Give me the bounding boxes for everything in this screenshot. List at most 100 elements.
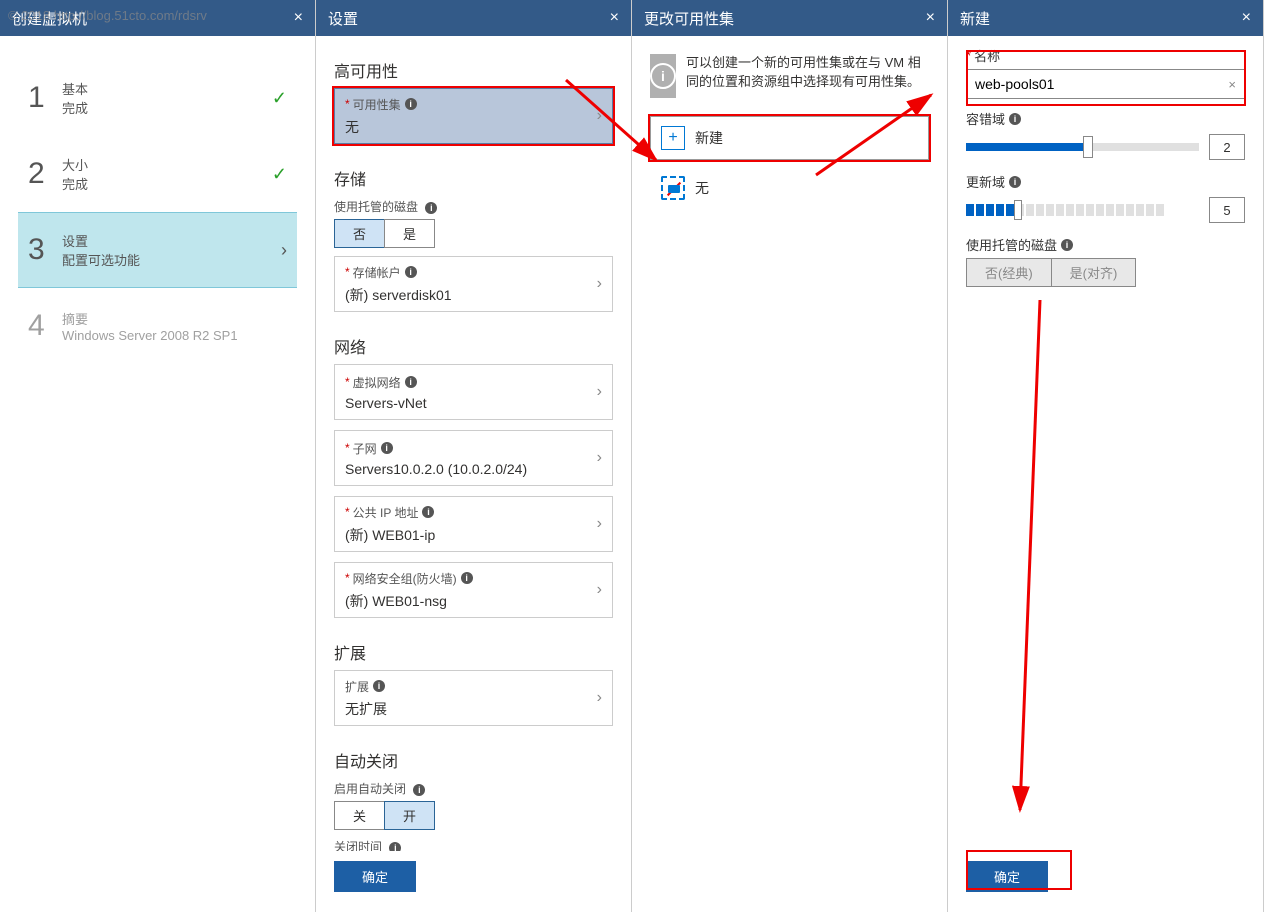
picker-value: 无扩展 bbox=[345, 699, 597, 719]
picker-value: 无 bbox=[345, 117, 597, 137]
update-domain-slider[interactable]: 5 bbox=[966, 197, 1245, 223]
info-icon[interactable]: i bbox=[1009, 113, 1021, 125]
managed-disk-label4: 使用托管的磁盘 i bbox=[966, 235, 1245, 254]
toggle-on[interactable]: 开 bbox=[384, 801, 435, 830]
new-label: 新建 bbox=[695, 128, 723, 148]
section-extensions: 扩展 bbox=[334, 640, 631, 664]
info-icon[interactable]: i bbox=[425, 202, 437, 214]
required-mark: * bbox=[345, 97, 350, 111]
step-label: 大小 bbox=[62, 155, 272, 174]
name-input-wrap[interactable]: × bbox=[966, 69, 1245, 99]
picker-value: (新) WEB01-ip bbox=[345, 525, 597, 545]
chevron-right-icon: › bbox=[597, 449, 602, 467]
info-icon[interactable]: i bbox=[1061, 239, 1073, 251]
none-icon bbox=[661, 176, 685, 200]
step-number: 2 bbox=[28, 157, 62, 191]
blade4-title: 新建 bbox=[960, 8, 990, 29]
toggle-no[interactable]: 否 bbox=[334, 219, 385, 248]
new-availability-set-button[interactable]: + 新建 bbox=[650, 116, 929, 160]
step-4-summary: 4 摘要 Windows Server 2008 R2 SP1 bbox=[18, 288, 297, 364]
info-icon[interactable]: i bbox=[405, 98, 417, 110]
picker-value: (新) serverdisk01 bbox=[345, 285, 597, 305]
step-label: 基本 bbox=[62, 79, 272, 98]
check-icon: ✓ bbox=[272, 164, 287, 185]
blade-change-availability-set: 更改可用性集 × i 可以创建一个新的可用性集或在与 VM 相同的位置和资源组中… bbox=[632, 0, 948, 912]
step-sublabel: 完成 bbox=[62, 174, 272, 193]
fault-domain-slider[interactable]: 2 bbox=[966, 134, 1245, 160]
step-label: 设置 bbox=[62, 231, 281, 250]
info-icon[interactable]: i bbox=[1009, 176, 1021, 188]
step-label: 摘要 bbox=[62, 309, 287, 328]
blade3-title: 更改可用性集 bbox=[644, 8, 734, 29]
step-number: 1 bbox=[28, 81, 62, 115]
managed-disk-toggle[interactable]: 否 是 bbox=[334, 219, 613, 248]
extensions-picker[interactable]: 扩展i 无扩展 › bbox=[334, 670, 613, 726]
info-icon[interactable]: i bbox=[381, 442, 393, 454]
storage-account-picker[interactable]: *存储帐户i (新) serverdisk01 › bbox=[334, 256, 613, 312]
close-icon[interactable]: × bbox=[294, 9, 303, 27]
toggle-yes[interactable]: 是 bbox=[384, 219, 435, 248]
vnet-picker[interactable]: *虚拟网络i Servers-vNet › bbox=[334, 364, 613, 420]
blade1-header: 创建虚拟机 × bbox=[0, 0, 315, 36]
blade-settings: 设置 × 高可用性 *可用性集i 无 › 存储 使用托管的磁盘 i 否 是 *存… bbox=[316, 0, 632, 912]
public-ip-picker[interactable]: *公共 IP 地址i (新) WEB01-ip › bbox=[334, 496, 613, 552]
close-icon[interactable]: × bbox=[1242, 9, 1251, 27]
picker-label: 子网 bbox=[353, 440, 377, 457]
picker-label: 可用性集 bbox=[353, 96, 401, 113]
step-sublabel: Windows Server 2008 R2 SP1 bbox=[62, 328, 287, 343]
toggle-off[interactable]: 关 bbox=[334, 801, 385, 830]
subnet-picker[interactable]: *子网 i Servers10.0.2.0 (10.0.2.0/24) › bbox=[334, 430, 613, 486]
managed-disk-toggle4: 否(经典) 是(对齐) bbox=[966, 258, 1245, 287]
confirm-button[interactable]: 确定 bbox=[334, 861, 416, 892]
blade3-header: 更改可用性集 × bbox=[632, 0, 947, 36]
info-icon[interactable]: i bbox=[422, 506, 434, 518]
chevron-right-icon: › bbox=[597, 107, 602, 125]
section-network: 网络 bbox=[334, 334, 631, 358]
confirm-button[interactable]: 确定 bbox=[966, 861, 1048, 892]
step-2-size[interactable]: 2 大小 完成 ✓ bbox=[18, 136, 297, 212]
close-icon[interactable]: × bbox=[610, 9, 619, 27]
info-icon[interactable]: i bbox=[373, 680, 385, 692]
info-banner-text: 可以创建一个新的可用性集或在与 VM 相同的位置和资源组中选择现有可用性集。 bbox=[686, 54, 929, 98]
picker-label: 网络安全组(防火墙) bbox=[353, 570, 457, 587]
blade4-header: 新建 × bbox=[948, 0, 1263, 36]
required-mark: * bbox=[345, 571, 350, 585]
info-icon[interactable]: i bbox=[405, 266, 417, 278]
required-mark: * bbox=[345, 441, 350, 455]
chevron-right-icon: › bbox=[597, 581, 602, 599]
toggle-classic: 否(经典) bbox=[966, 258, 1052, 287]
blade-create-vm: 创建虚拟机 × 1 基本 完成 ✓ 2 大小 完成 bbox=[0, 0, 316, 912]
section-ha: 高可用性 bbox=[334, 58, 631, 82]
toggle-aligned: 是(对齐) bbox=[1051, 258, 1137, 287]
name-input[interactable] bbox=[975, 76, 1228, 92]
update-domain-label: 更新域 i bbox=[966, 172, 1245, 191]
chevron-right-icon: › bbox=[597, 515, 602, 533]
picker-value: Servers-vNet bbox=[345, 395, 597, 411]
info-banner-icon: i bbox=[650, 54, 676, 98]
info-icon[interactable]: i bbox=[389, 842, 401, 851]
none-availability-set-option[interactable]: 无 bbox=[650, 166, 929, 210]
chevron-right-icon: › bbox=[597, 275, 602, 293]
step-sublabel: 配置可选功能 bbox=[62, 250, 281, 269]
picker-label: 虚拟网络 bbox=[353, 374, 401, 391]
autoshutdown-toggle[interactable]: 关 开 bbox=[334, 801, 613, 830]
clear-icon[interactable]: × bbox=[1228, 77, 1236, 92]
blade-new-availability-set: 新建 × *名称 × 容错域 i 2 更新域 i bbox=[948, 0, 1264, 912]
close-icon[interactable]: × bbox=[926, 9, 935, 27]
info-icon[interactable]: i bbox=[461, 572, 473, 584]
required-mark: * bbox=[345, 375, 350, 389]
info-icon[interactable]: i bbox=[413, 784, 425, 796]
blade2-header: 设置 × bbox=[316, 0, 631, 36]
step-1-basics[interactable]: 1 基本 完成 ✓ bbox=[18, 60, 297, 136]
info-icon[interactable]: i bbox=[405, 376, 417, 388]
step-3-settings[interactable]: 3 设置 配置可选功能 › bbox=[18, 212, 297, 288]
picker-label: 公共 IP 地址 bbox=[353, 504, 419, 521]
section-storage: 存储 bbox=[334, 166, 631, 190]
required-mark: * bbox=[345, 505, 350, 519]
none-label: 无 bbox=[695, 178, 709, 198]
step-number: 3 bbox=[28, 233, 62, 267]
required-mark: * bbox=[345, 265, 350, 279]
nsg-picker[interactable]: *网络安全组(防火墙)i (新) WEB01-nsg › bbox=[334, 562, 613, 618]
picker-value: Servers10.0.2.0 (10.0.2.0/24) bbox=[345, 461, 597, 477]
availability-set-picker[interactable]: *可用性集 i 无 › bbox=[334, 88, 613, 144]
